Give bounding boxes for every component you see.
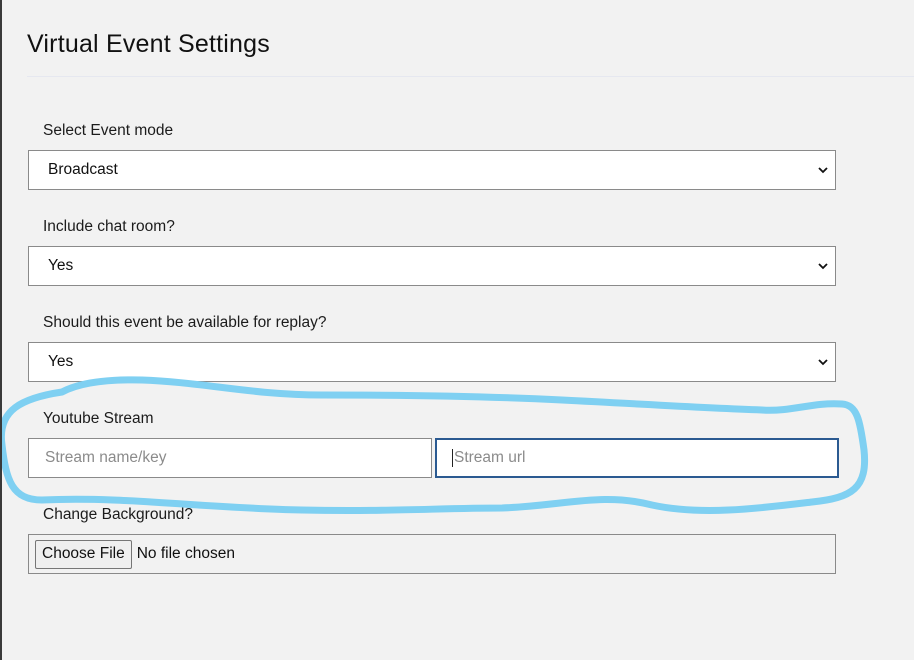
chat-room-select[interactable]: Yes [28,246,836,286]
replay-select[interactable]: Yes [28,342,836,382]
background-file-input[interactable]: Choose File No file chosen [28,534,836,574]
chat-room-label: Include chat room? [43,218,175,235]
replay-value: Yes [48,353,74,370]
choose-file-button[interactable]: Choose File [35,539,132,569]
chevron-down-icon [818,359,828,366]
stream-name-input[interactable]: Stream name/key [28,438,432,478]
page-title: Virtual Event Settings [27,30,270,58]
text-caret [452,449,453,467]
background-label: Change Background? [43,506,193,523]
chevron-down-icon [818,263,828,270]
event-mode-label: Select Event mode [43,122,174,139]
youtube-stream-label: Youtube Stream [43,410,154,427]
file-status-text: No file chosen [136,545,235,562]
chat-room-value: Yes [48,257,74,274]
event-mode-value: Broadcast [48,161,118,178]
title-divider [27,76,914,77]
settings-page: Virtual Event Settings Select Event mode… [0,0,914,660]
replay-label: Should this event be available for repla… [43,314,327,331]
stream-url-input[interactable]: Stream url [435,438,839,478]
stream-url-placeholder: Stream url [454,449,526,466]
stream-name-placeholder: Stream name/key [45,449,167,466]
event-mode-select[interactable]: Broadcast [28,150,836,190]
chevron-down-icon [818,167,828,174]
